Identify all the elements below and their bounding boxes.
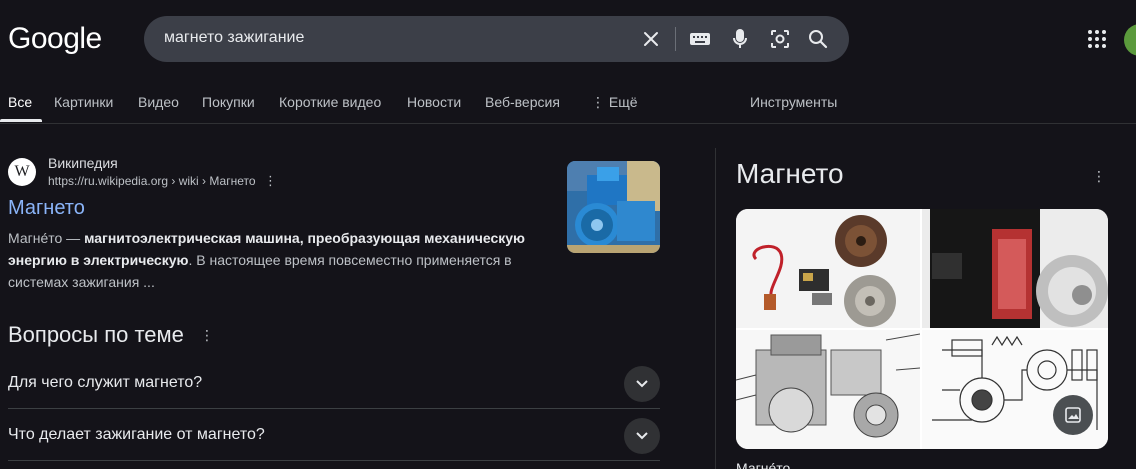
question-text: Для чего служит магнето? — [8, 374, 203, 391]
apps-icon[interactable] — [1087, 29, 1107, 49]
search-box[interactable]: магнето зажигание — [144, 16, 849, 62]
result-site-name[interactable]: Википедия — [48, 155, 118, 171]
paa-more-icon[interactable]: ⋮ — [200, 327, 214, 345]
knowledge-panel-title: Магнето — [736, 158, 844, 189]
tab-shopping[interactable]: Покупки — [202, 94, 255, 110]
image-icon[interactable] — [1053, 395, 1093, 435]
paa-question[interactable]: Что делает зажигание от магнето? — [8, 409, 660, 461]
tab-news[interactable]: Новости — [407, 94, 461, 110]
search-divider — [675, 27, 676, 51]
tools-button[interactable]: Инструменты — [750, 94, 837, 110]
people-also-ask-title: Вопросы по теме — [8, 322, 184, 347]
search-icon[interactable] — [806, 27, 830, 51]
result-url[interactable]: https://ru.wikipedia.org › wiki › Магнет… — [48, 174, 256, 188]
question-text: Что делает зажигание от магнето? — [8, 426, 265, 443]
tab-web[interactable]: Веб-версия — [485, 94, 560, 110]
tab-more[interactable]: ⋮ Ещё — [591, 94, 638, 111]
magneto-device-photo[interactable] — [922, 209, 1108, 328]
panel-more-icon[interactable]: ⋮ — [1092, 168, 1106, 186]
avatar[interactable] — [1124, 24, 1136, 56]
result-title-link[interactable]: Магнето — [8, 197, 85, 220]
google-logo[interactable]: Google — [8, 22, 102, 56]
panel-divider — [715, 148, 716, 469]
engine-diagram[interactable] — [736, 330, 920, 449]
keyboard-icon[interactable] — [688, 27, 712, 51]
tab-videos[interactable]: Видео — [138, 94, 179, 110]
lens-icon[interactable] — [768, 27, 792, 51]
tab-short-videos[interactable]: Короткие видео — [279, 94, 381, 110]
wikipedia-icon[interactable]: W — [8, 158, 36, 186]
result-snippet: Магне́то — магнитоэлектрическая машина, … — [8, 227, 538, 293]
snippet-start: Магне́то — — [8, 230, 85, 246]
top-bar: Google магнето зажигание — [0, 0, 1136, 80]
mic-icon[interactable] — [728, 27, 752, 51]
more-options-icon[interactable]: ⋮ — [264, 174, 277, 190]
knowledge-panel-description: Магне́то — [736, 460, 791, 469]
paa-question[interactable]: Для чего служит магнето? — [8, 357, 660, 409]
search-tabs: Все Картинки Видео Покупки Короткие виде… — [0, 80, 1136, 124]
tab-images[interactable]: Картинки — [54, 94, 113, 110]
search-input[interactable]: магнето зажигание — [164, 29, 304, 47]
magneto-parts-photo[interactable] — [736, 209, 920, 328]
chevron-down-icon[interactable] — [624, 418, 660, 454]
close-icon[interactable] — [639, 27, 663, 51]
tab-all[interactable]: Все — [8, 94, 32, 110]
result-thumbnail[interactable] — [567, 161, 660, 253]
active-tab-indicator — [0, 119, 42, 122]
chevron-down-icon[interactable] — [624, 366, 660, 402]
